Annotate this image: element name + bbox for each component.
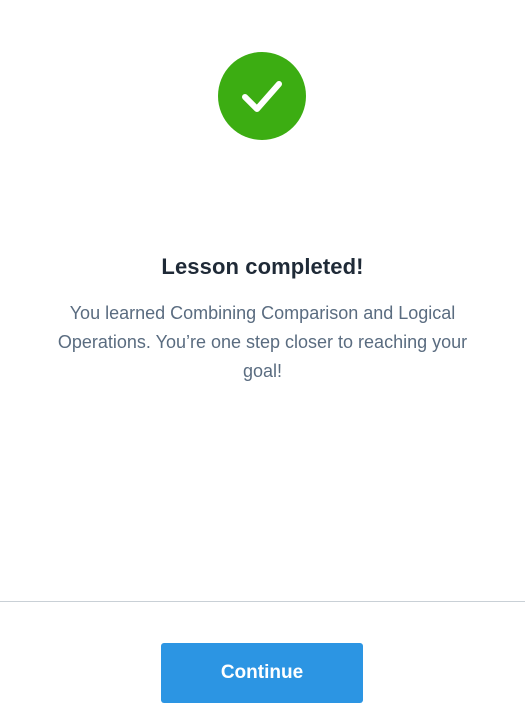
success-check-badge <box>218 52 306 140</box>
footer-divider <box>0 601 525 602</box>
lesson-complete-page: Lesson completed! You learned Combining … <box>0 0 525 727</box>
checkmark-icon <box>242 81 282 112</box>
lesson-completed-title: Lesson completed! <box>161 254 364 279</box>
lesson-completed-message: You learned Combining Comparison and Log… <box>57 303 468 381</box>
continue-button[interactable]: Continue <box>161 643 363 703</box>
